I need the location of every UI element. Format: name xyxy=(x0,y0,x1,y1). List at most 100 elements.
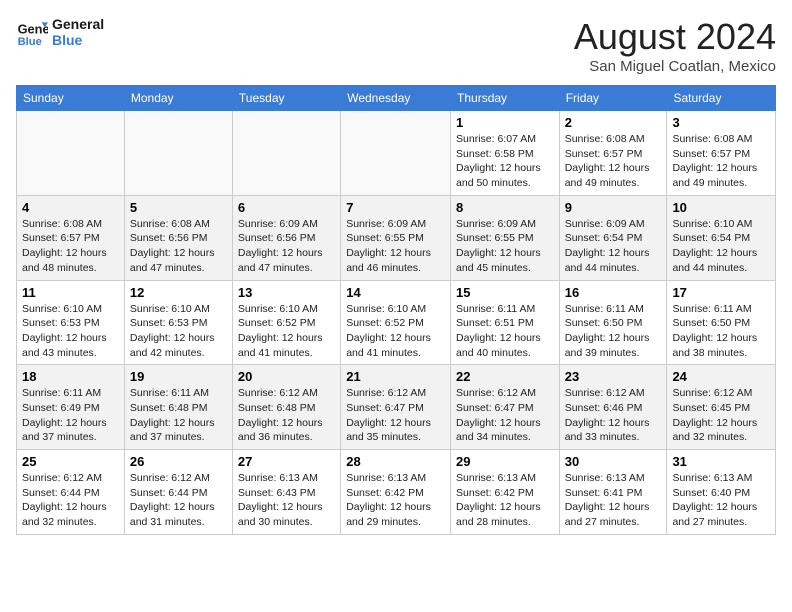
day-info: Sunrise: 6:12 AMSunset: 6:48 PMDaylight:… xyxy=(238,386,335,445)
day-info: Sunrise: 6:13 AMSunset: 6:40 PMDaylight:… xyxy=(672,471,770,530)
calendar-cell: 23 Sunrise: 6:12 AMSunset: 6:46 PMDayligh… xyxy=(559,365,667,450)
calendar-cell: 24 Sunrise: 6:12 AMSunset: 6:45 PMDayligh… xyxy=(667,365,776,450)
day-number: 10 xyxy=(672,200,770,215)
calendar-cell xyxy=(232,111,340,196)
day-info: Sunrise: 6:10 AMSunset: 6:53 PMDaylight:… xyxy=(22,302,119,361)
title-block: August 2024 San Miguel Coatlan, Mexico xyxy=(574,16,776,75)
calendar-cell: 25 Sunrise: 6:12 AMSunset: 6:44 PMDayligh… xyxy=(17,450,125,535)
week-row-5: 25 Sunrise: 6:12 AMSunset: 6:44 PMDayligh… xyxy=(17,450,776,535)
weekday-header-tuesday: Tuesday xyxy=(232,86,340,111)
day-info: Sunrise: 6:09 AMSunset: 6:55 PMDaylight:… xyxy=(346,217,445,276)
day-info: Sunrise: 6:12 AMSunset: 6:44 PMDaylight:… xyxy=(22,471,119,530)
day-number: 19 xyxy=(130,369,227,384)
day-number: 22 xyxy=(456,369,554,384)
week-row-4: 18 Sunrise: 6:11 AMSunset: 6:49 PMDayligh… xyxy=(17,365,776,450)
day-number: 16 xyxy=(565,285,662,300)
day-info: Sunrise: 6:11 AMSunset: 6:49 PMDaylight:… xyxy=(22,386,119,445)
calendar-cell: 9 Sunrise: 6:09 AMSunset: 6:54 PMDaylight… xyxy=(559,195,667,280)
day-number: 18 xyxy=(22,369,119,384)
weekday-header-monday: Monday xyxy=(124,86,232,111)
day-number: 2 xyxy=(565,115,662,130)
calendar-cell: 8 Sunrise: 6:09 AMSunset: 6:55 PMDaylight… xyxy=(451,195,560,280)
day-number: 24 xyxy=(672,369,770,384)
page-header: General Blue General Blue August 2024 Sa… xyxy=(16,16,776,75)
calendar-cell: 2 Sunrise: 6:08 AMSunset: 6:57 PMDaylight… xyxy=(559,111,667,196)
day-number: 6 xyxy=(238,200,335,215)
day-number: 25 xyxy=(22,454,119,469)
day-info: Sunrise: 6:12 AMSunset: 6:47 PMDaylight:… xyxy=(346,386,445,445)
day-number: 11 xyxy=(22,285,119,300)
day-info: Sunrise: 6:12 AMSunset: 6:45 PMDaylight:… xyxy=(672,386,770,445)
calendar-cell xyxy=(341,111,451,196)
day-info: Sunrise: 6:13 AMSunset: 6:42 PMDaylight:… xyxy=(456,471,554,530)
calendar-cell: 31 Sunrise: 6:13 AMSunset: 6:40 PMDayligh… xyxy=(667,450,776,535)
calendar-cell: 13Sunrise: 6:10 AMSunset: 6:52 PMDayligh… xyxy=(232,280,340,365)
day-number: 8 xyxy=(456,200,554,215)
day-info: Sunrise: 6:07 AMSunset: 6:58 PMDaylight:… xyxy=(456,132,554,191)
day-info: Sunrise: 6:08 AMSunset: 6:57 PMDaylight:… xyxy=(672,132,770,191)
day-info: Sunrise: 6:10 AMSunset: 6:53 PMDaylight:… xyxy=(130,302,227,361)
day-number: 5 xyxy=(130,200,227,215)
day-number: 21 xyxy=(346,369,445,384)
calendar-cell: 21 Sunrise: 6:12 AMSunset: 6:47 PMDayligh… xyxy=(341,365,451,450)
week-row-1: 1 Sunrise: 6:07 AMSunset: 6:58 PMDaylight… xyxy=(17,111,776,196)
week-row-3: 11 Sunrise: 6:10 AMSunset: 6:53 PMDayligh… xyxy=(17,280,776,365)
weekday-header-saturday: Saturday xyxy=(667,86,776,111)
day-number: 20 xyxy=(238,369,335,384)
calendar-cell: 6 Sunrise: 6:09 AMSunset: 6:56 PMDaylight… xyxy=(232,195,340,280)
logo-blue: Blue xyxy=(52,32,104,48)
day-number: 3 xyxy=(672,115,770,130)
weekday-header-row: SundayMondayTuesdayWednesdayThursdayFrid… xyxy=(17,86,776,111)
calendar-cell: 19Sunrise: 6:11 AMSunset: 6:48 PMDayligh… xyxy=(124,365,232,450)
calendar-cell: 10 Sunrise: 6:10 AMSunset: 6:54 PMDayligh… xyxy=(667,195,776,280)
day-number: 1 xyxy=(456,115,554,130)
day-number: 31 xyxy=(672,454,770,469)
month-year-title: August 2024 xyxy=(574,16,776,58)
calendar-cell: 15Sunrise: 6:11 AMSunset: 6:51 PMDayligh… xyxy=(451,280,560,365)
day-info: Sunrise: 6:09 AMSunset: 6:54 PMDaylight:… xyxy=(565,217,662,276)
calendar-cell: 29 Sunrise: 6:13 AMSunset: 6:42 PMDayligh… xyxy=(451,450,560,535)
day-number: 23 xyxy=(565,369,662,384)
day-number: 7 xyxy=(346,200,445,215)
day-info: Sunrise: 6:09 AMSunset: 6:56 PMDaylight:… xyxy=(238,217,335,276)
calendar-cell: 20 Sunrise: 6:12 AMSunset: 6:48 PMDayligh… xyxy=(232,365,340,450)
week-row-2: 4 Sunrise: 6:08 AMSunset: 6:57 PMDaylight… xyxy=(17,195,776,280)
calendar-cell: 11 Sunrise: 6:10 AMSunset: 6:53 PMDayligh… xyxy=(17,280,125,365)
day-info: Sunrise: 6:08 AMSunset: 6:57 PMDaylight:… xyxy=(565,132,662,191)
day-number: 9 xyxy=(565,200,662,215)
day-number: 28 xyxy=(346,454,445,469)
day-info: Sunrise: 6:08 AMSunset: 6:57 PMDaylight:… xyxy=(22,217,119,276)
day-number: 30 xyxy=(565,454,662,469)
calendar-cell: 28 Sunrise: 6:13 AMSunset: 6:42 PMDayligh… xyxy=(341,450,451,535)
calendar-cell: 27Sunrise: 6:13 AMSunset: 6:43 PMDayligh… xyxy=(232,450,340,535)
day-number: 13 xyxy=(238,285,335,300)
calendar-cell xyxy=(17,111,125,196)
day-info: Sunrise: 6:11 AMSunset: 6:50 PMDaylight:… xyxy=(565,302,662,361)
calendar-cell: 1 Sunrise: 6:07 AMSunset: 6:58 PMDaylight… xyxy=(451,111,560,196)
day-number: 4 xyxy=(22,200,119,215)
day-info: Sunrise: 6:13 AMSunset: 6:42 PMDaylight:… xyxy=(346,471,445,530)
calendar-cell: 4 Sunrise: 6:08 AMSunset: 6:57 PMDaylight… xyxy=(17,195,125,280)
day-number: 26 xyxy=(130,454,227,469)
day-number: 14 xyxy=(346,285,445,300)
calendar-cell: 30Sunrise: 6:13 AMSunset: 6:41 PMDayligh… xyxy=(559,450,667,535)
calendar-cell: 26 Sunrise: 6:12 AMSunset: 6:44 PMDayligh… xyxy=(124,450,232,535)
day-number: 17 xyxy=(672,285,770,300)
weekday-header-sunday: Sunday xyxy=(17,86,125,111)
day-info: Sunrise: 6:12 AMSunset: 6:46 PMDaylight:… xyxy=(565,386,662,445)
calendar-table: SundayMondayTuesdayWednesdayThursdayFrid… xyxy=(16,85,776,535)
calendar-cell: 16 Sunrise: 6:11 AMSunset: 6:50 PMDayligh… xyxy=(559,280,667,365)
day-info: Sunrise: 6:11 AMSunset: 6:51 PMDaylight:… xyxy=(456,302,554,361)
day-number: 29 xyxy=(456,454,554,469)
calendar-cell: 22Sunrise: 6:12 AMSunset: 6:47 PMDayligh… xyxy=(451,365,560,450)
logo: General Blue General Blue xyxy=(16,16,104,48)
day-info: Sunrise: 6:10 AMSunset: 6:54 PMDaylight:… xyxy=(672,217,770,276)
day-number: 12 xyxy=(130,285,227,300)
day-info: Sunrise: 6:12 AMSunset: 6:44 PMDaylight:… xyxy=(130,471,227,530)
calendar-cell: 3 Sunrise: 6:08 AMSunset: 6:57 PMDaylight… xyxy=(667,111,776,196)
calendar-cell: 5Sunrise: 6:08 AMSunset: 6:56 PMDaylight… xyxy=(124,195,232,280)
day-info: Sunrise: 6:11 AMSunset: 6:50 PMDaylight:… xyxy=(672,302,770,361)
day-info: Sunrise: 6:09 AMSunset: 6:55 PMDaylight:… xyxy=(456,217,554,276)
logo-general: General xyxy=(52,16,104,32)
logo-icon: General Blue xyxy=(16,16,48,48)
